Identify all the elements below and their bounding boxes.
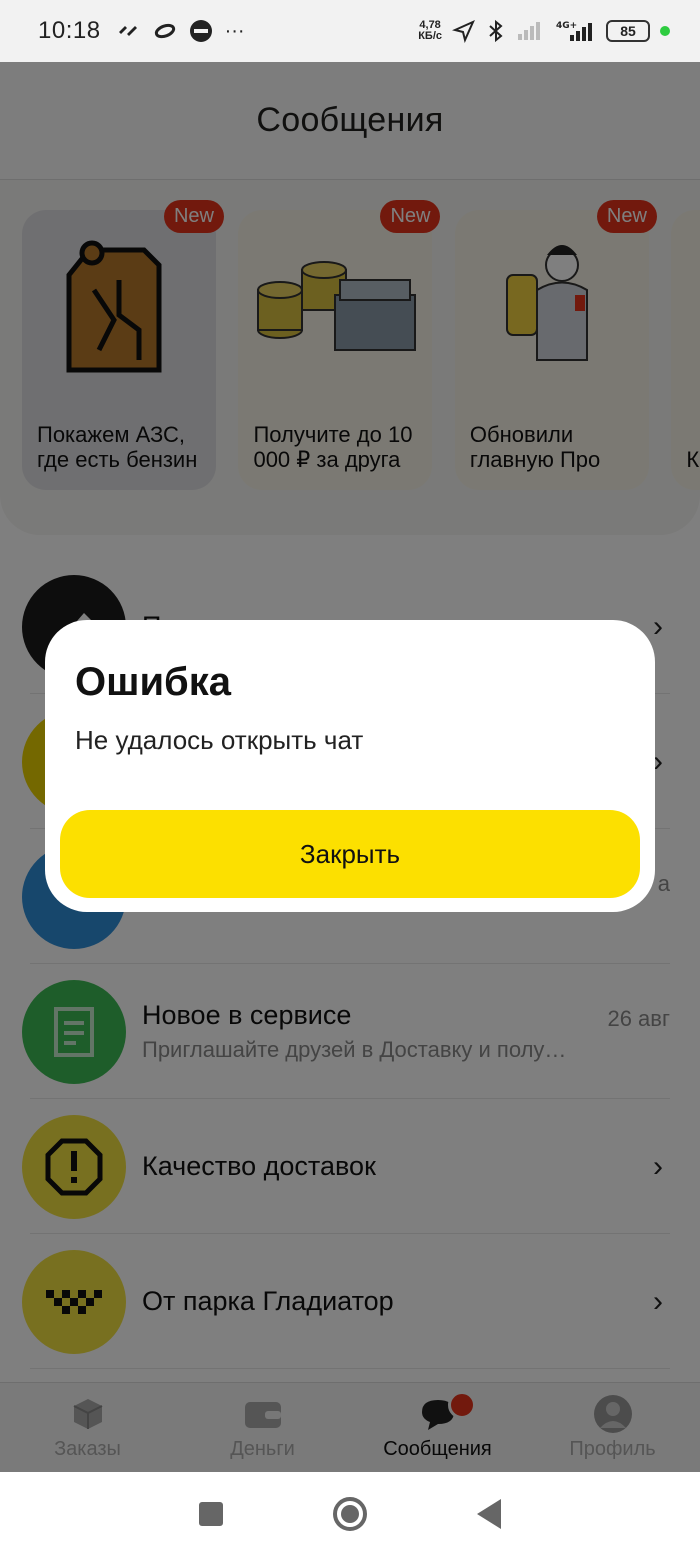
burger-king-icon (189, 20, 212, 42)
dialog-title: Ошибка (75, 660, 232, 704)
svg-text:4G+: 4G+ (556, 21, 577, 31)
battery-indicator: 85 (606, 20, 650, 42)
status-right-icons: 4,78 КБ/с 4G+ 85 (418, 19, 670, 43)
home-button[interactable] (333, 1497, 367, 1531)
location-icon (452, 20, 475, 43)
bluetooth-icon (489, 19, 503, 43)
o-icon (154, 23, 175, 39)
status-left-icons: ··· (117, 19, 245, 43)
status-time: 10:18 (38, 17, 101, 44)
back-button[interactable] (477, 1499, 501, 1529)
home-icon (341, 1505, 359, 1523)
vk-icon (118, 26, 137, 36)
dialog-message: Не удалось открыть чат (75, 725, 364, 755)
network-speed: 4,78 КБ/с (418, 19, 442, 42)
status-bar: 10:18 ··· 4,78 КБ/с 4G+ 85 (0, 0, 700, 62)
4g-signal-icon: 4G+ (556, 21, 592, 41)
recents-button[interactable] (199, 1502, 223, 1526)
more-icon: ··· (224, 19, 245, 42)
close-button[interactable]: Закрыть (60, 810, 640, 898)
system-navigation-bar (0, 1472, 700, 1556)
signal-icon (518, 22, 540, 40)
error-dialog: Ошибка Не удалось открыть чат Закрыть (45, 620, 655, 912)
privacy-dot (660, 26, 670, 36)
